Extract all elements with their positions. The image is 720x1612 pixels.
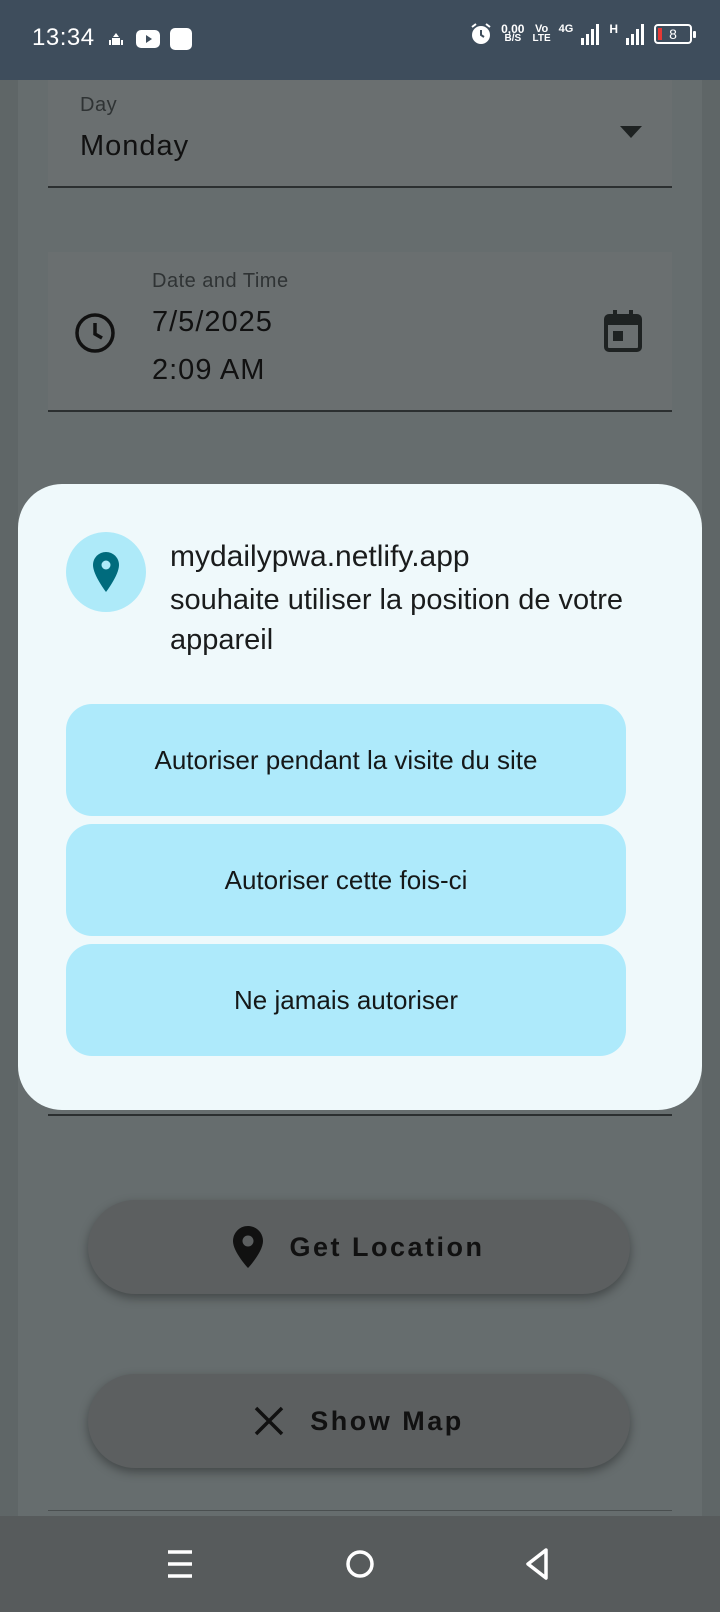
signal-icon-2 xyxy=(626,24,644,45)
signal-icon xyxy=(581,24,600,45)
app-notification-icon xyxy=(170,28,192,50)
allow-once-label: Autoriser cette fois-ci xyxy=(224,864,468,895)
back-triangle-icon[interactable] xyxy=(518,1544,558,1584)
dialog-message: souhaite utiliser la position de votre a… xyxy=(170,584,623,656)
allow-while-visiting-label: Autoriser pendant la visite du site xyxy=(154,744,538,775)
mosque-notification-icon xyxy=(109,33,123,45)
home-circle-icon[interactable] xyxy=(340,1544,380,1584)
clock-icon xyxy=(75,313,115,353)
never-allow-button[interactable]: Ne jamais autoriser xyxy=(66,944,626,1056)
notification-icons xyxy=(106,28,192,50)
battery-icon: 8 xyxy=(654,24,696,44)
calendar-icon[interactable] xyxy=(604,310,642,352)
show-map-button[interactable]: Show Map xyxy=(88,1374,630,1468)
get-location-button[interactable]: Get Location xyxy=(88,1200,630,1294)
status-indicators: 0,00 B/S Vo LTE 4G H 8 xyxy=(469,22,696,46)
allow-while-visiting-button[interactable]: Autoriser pendant la visite du site xyxy=(66,704,626,816)
allow-once-button[interactable]: Autoriser cette fois-ci xyxy=(66,824,626,936)
net-speed-unit: B/S xyxy=(504,33,522,44)
day-value: Monday xyxy=(80,130,190,162)
datetime-underline xyxy=(48,410,672,412)
field-underline-hidden xyxy=(48,1114,672,1116)
status-bar: 13:34 0,00 B/S Vo LTE 4G H 8 xyxy=(0,0,720,80)
navigation-bar xyxy=(0,1516,720,1612)
status-time: 13:34 xyxy=(32,24,95,51)
net-type-h: H xyxy=(609,22,618,36)
datetime-field[interactable] xyxy=(48,252,672,410)
bottom-underline xyxy=(48,1510,672,1511)
net-type-4g: 4G xyxy=(558,23,574,35)
location-permission-dialog: mydailypwa.netlify.app souhaite utiliser… xyxy=(18,484,702,1110)
alarm-icon xyxy=(471,23,491,44)
location-pin-icon xyxy=(233,1226,264,1268)
dialog-host: mydailypwa.netlify.app xyxy=(170,540,470,573)
battery-level: 8 xyxy=(669,26,677,42)
close-icon xyxy=(255,1406,284,1436)
show-map-label: Show Map xyxy=(310,1405,464,1436)
volte-indicator: Vo LTE xyxy=(532,24,550,44)
net-speed: 0,00 B/S xyxy=(501,23,524,44)
never-allow-label: Ne jamais autoriser xyxy=(234,984,458,1015)
day-underline xyxy=(48,186,672,188)
time-value: 2:09 AM xyxy=(152,354,266,386)
datetime-label: Date and Time xyxy=(152,270,289,292)
dialog-icon-container xyxy=(66,532,146,612)
dropdown-arrow-icon[interactable] xyxy=(620,126,642,138)
youtube-notification-icon xyxy=(136,30,160,48)
location-pin-icon xyxy=(93,552,119,592)
volte-bottom: LTE xyxy=(532,33,551,44)
date-value: 7/5/2025 xyxy=(152,306,273,338)
get-location-label: Get Location xyxy=(289,1231,485,1262)
menu-icon[interactable] xyxy=(160,1544,200,1584)
day-label: Day xyxy=(80,94,118,116)
